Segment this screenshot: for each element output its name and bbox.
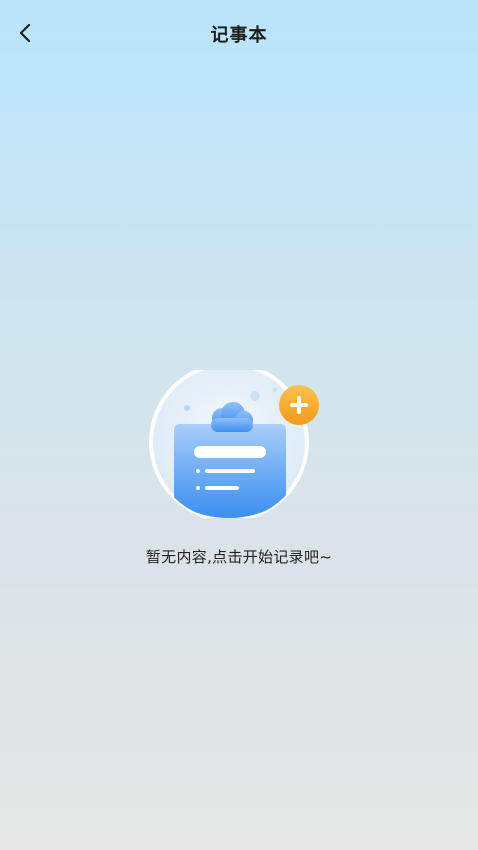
top-bar: 记事本 [0, 0, 478, 66]
plus-icon [279, 385, 319, 425]
empty-message: 暂无内容,点击开始记录吧~ [145, 548, 333, 566]
notepad-screen: 记事本 暂无内容,点击开始记录吧~ [0, 0, 478, 850]
notepad-cloud-icon[interactable] [149, 370, 329, 518]
empty-state[interactable]: 暂无内容,点击开始记录吧~ [0, 370, 478, 567]
page-title: 记事本 [210, 25, 268, 46]
